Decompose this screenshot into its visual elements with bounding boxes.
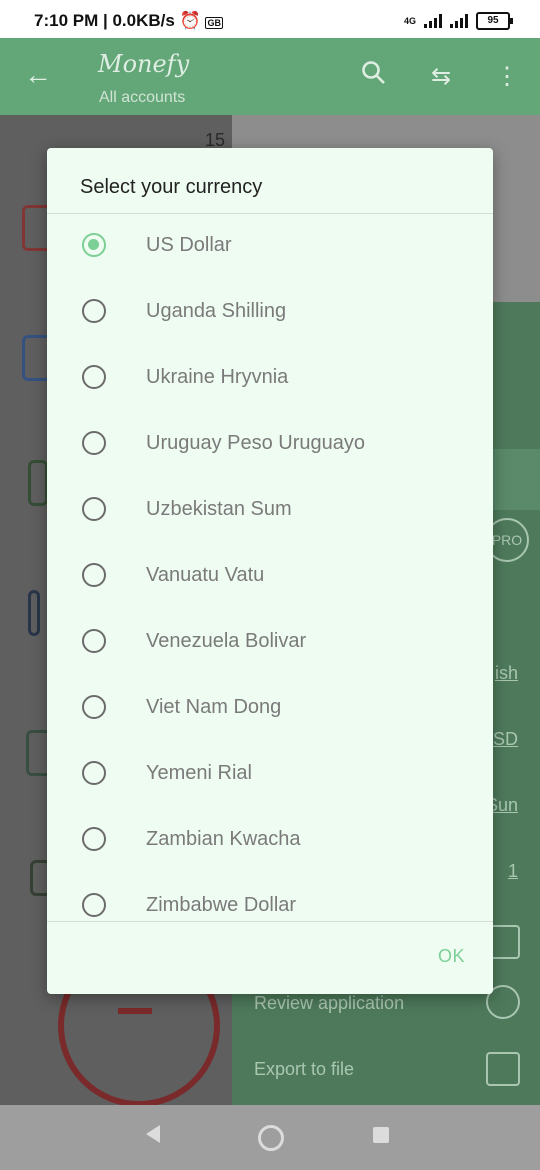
food-icon: [28, 460, 48, 506]
currency-option[interactable]: Uzbekistan Sum: [47, 478, 493, 544]
currency-dialog: Select your currency US Dollar Uganda Sh…: [47, 148, 493, 994]
currency-option[interactable]: Uruguay Peso Uruguayo: [47, 412, 493, 478]
radio-unselected-icon[interactable]: [82, 695, 106, 719]
currency-option[interactable]: Venezuela Bolivar: [47, 610, 493, 676]
signal-icon: [424, 14, 442, 28]
currency-option[interactable]: Ukraine Hryvnia: [47, 346, 493, 412]
app-logo: Monefy: [98, 50, 190, 78]
battery-icon: 95: [476, 12, 513, 30]
back-arrow-icon[interactable]: ←: [24, 60, 54, 90]
search-icon[interactable]: [357, 60, 391, 94]
network-speed-text: 0.0KB/s: [112, 11, 175, 30]
currency-label: Ukraine Hryvnia: [146, 366, 289, 388]
radio-unselected-icon[interactable]: [82, 893, 106, 917]
currency-option[interactable]: US Dollar: [47, 214, 493, 280]
radio-unselected-icon[interactable]: [82, 365, 106, 389]
currency-list[interactable]: US Dollar Uganda Shilling Ukraine Hryvni…: [47, 214, 493, 922]
currency-option[interactable]: Zambian Kwacha: [47, 808, 493, 874]
currency-label: Uganda Shilling: [146, 300, 287, 322]
account-selector[interactable]: All accounts: [99, 89, 185, 107]
signal-icon-2: [450, 14, 468, 28]
currency-option[interactable]: Viet Nam Dong: [47, 676, 493, 742]
share-icon: [486, 1052, 520, 1086]
dialog-title: Select your currency: [80, 176, 263, 198]
language-value: ish: [494, 663, 518, 683]
nav-back-icon[interactable]: [146, 1125, 160, 1143]
currency-label: Zambian Kwacha: [146, 828, 301, 850]
status-indicators: 4G 95: [403, 12, 513, 30]
currency-option[interactable]: Uganda Shilling: [47, 280, 493, 346]
export-to-file-label: Export to file: [254, 1059, 355, 1079]
currency-label: Viet Nam Dong: [146, 696, 282, 718]
review-application-label: Review application: [254, 993, 405, 1013]
start-day-value: 1: [507, 861, 518, 881]
more-vert-icon[interactable]: ⋮: [490, 60, 524, 94]
radio-unselected-icon[interactable]: [82, 827, 106, 851]
currency-option[interactable]: Yemeni Rial: [47, 742, 493, 808]
radio-unselected-icon[interactable]: [82, 629, 106, 653]
radio-unselected-icon[interactable]: [82, 761, 106, 785]
nav-home-icon[interactable]: [258, 1125, 284, 1151]
ok-button[interactable]: OK: [438, 946, 465, 967]
currency-label: US Dollar: [146, 234, 232, 256]
currency-label: Vanuatu Vatu: [146, 564, 265, 586]
currency-label: Zimbabwe Dollar: [146, 894, 297, 916]
currency-label: Yemeni Rial: [146, 762, 252, 784]
status-time: 7:10 PM | 0.0KB/s ⏰ GB: [34, 11, 223, 30]
system-nav-bar: [0, 1105, 540, 1170]
clock-text: 7:10 PM: [34, 11, 99, 30]
radio-unselected-icon[interactable]: [82, 431, 106, 455]
app-bar: ← Monefy All accounts ⇆ ⋮: [0, 38, 540, 115]
transfer-icon[interactable]: ⇆: [424, 60, 458, 94]
radio-selected-icon[interactable]: [82, 233, 106, 257]
divider: [47, 921, 493, 922]
currency-label: Uzbekistan Sum: [146, 498, 292, 520]
alarm-icon: ⏰: [179, 11, 201, 30]
currency-value: SD: [492, 729, 518, 749]
currency-option[interactable]: Vanuatu Vatu: [47, 544, 493, 610]
status-bar: 7:10 PM | 0.0KB/s ⏰ GB 4G 95: [0, 0, 540, 38]
restaurant-icon: [28, 590, 40, 636]
minus-icon: [118, 1008, 152, 1014]
currency-option[interactable]: Zimbabwe Dollar: [47, 874, 493, 922]
currency-label: Venezuela Bolivar: [146, 630, 307, 652]
gb-icon: GB: [205, 17, 223, 29]
radio-unselected-icon[interactable]: [82, 563, 106, 587]
radio-unselected-icon[interactable]: [82, 497, 106, 521]
radio-unselected-icon[interactable]: [82, 299, 106, 323]
nav-recents-icon[interactable]: [373, 1127, 389, 1143]
network-type: 4G: [403, 16, 416, 26]
currency-label: Uruguay Peso Uruguayo: [146, 432, 366, 454]
